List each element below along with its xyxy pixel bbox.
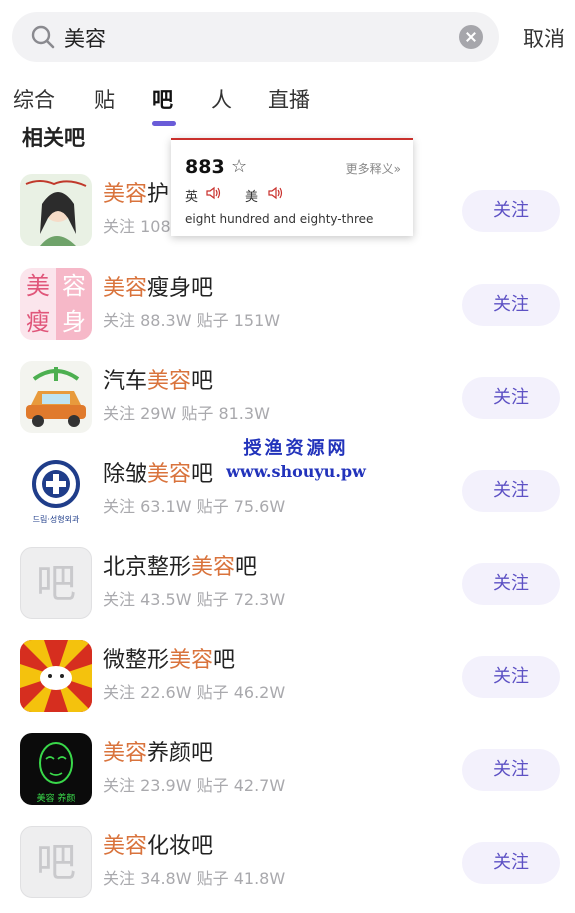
bar-name: 汽车美容吧 bbox=[103, 369, 214, 394]
follow-button[interactable]: 关注 bbox=[462, 563, 560, 605]
clear-icon[interactable] bbox=[459, 25, 483, 49]
search-input[interactable]: 美容 bbox=[64, 23, 106, 53]
active-tab-indicator bbox=[152, 121, 176, 126]
follow-button[interactable]: 关注 bbox=[462, 284, 560, 326]
follow-button[interactable]: 关注 bbox=[462, 656, 560, 698]
sunburst-mascot-icon bbox=[20, 640, 92, 712]
bar-placeholder-icon: 吧 bbox=[20, 547, 92, 619]
speaker-icon[interactable] bbox=[267, 186, 283, 200]
star-icon[interactable]: ☆ bbox=[231, 156, 247, 177]
bar-avatar-text-tile: 美 容 瘦 身 bbox=[20, 268, 92, 340]
us-pronunciation-label: 美 bbox=[245, 190, 259, 205]
bar-stats: 关注 63.1W 贴子 75.6W bbox=[103, 497, 286, 516]
bar-avatar-portrait bbox=[20, 174, 92, 246]
tab-comprehensive[interactable]: 综合 bbox=[13, 84, 55, 114]
bar-stats: 关注 108 bbox=[103, 217, 171, 236]
bar-placeholder-icon: 吧 bbox=[20, 826, 92, 898]
svg-text:美容 养颜: 美容 养颜 bbox=[37, 792, 76, 804]
bar-stats: 关注 29W 贴子 81.3W bbox=[103, 404, 270, 423]
car-wash-icon bbox=[20, 361, 92, 433]
cancel-button[interactable]: 取消 bbox=[523, 23, 565, 53]
search-bar[interactable]: 美容 bbox=[12, 12, 499, 62]
bar-stats: 关注 88.3W 贴子 151W bbox=[103, 311, 281, 330]
tab-bars[interactable]: 吧 bbox=[152, 84, 173, 114]
follow-button[interactable]: 关注 bbox=[462, 842, 560, 884]
list-item[interactable]: 美 容 瘦 身 美容瘦身吧 关注 88.3W 贴子 151W 关注 bbox=[0, 268, 575, 361]
list-item[interactable]: 吧 美容化妆吧 关注 34.8W 贴子 41.8W 关注 bbox=[0, 826, 575, 913]
dictionary-popup: 883 ☆ 更多释义» 英 美 eight hundred and eighty… bbox=[171, 138, 413, 236]
speaker-icon[interactable] bbox=[205, 186, 221, 200]
follow-button[interactable]: 关注 bbox=[462, 377, 560, 419]
bar-name: 美容化妆吧 bbox=[103, 834, 214, 859]
clinic-logo-icon: 드림·성형외과 bbox=[20, 454, 92, 526]
tab-live[interactable]: 直播 bbox=[268, 84, 310, 114]
search-icon bbox=[31, 25, 55, 49]
bar-name: 北京整形美容吧 bbox=[103, 555, 258, 580]
tab-people[interactable]: 人 bbox=[211, 84, 232, 114]
bar-name: 美容瘦身吧 bbox=[103, 276, 214, 301]
svg-text:드림·성형외과: 드림·성형외과 bbox=[33, 514, 80, 524]
popup-word: 883 bbox=[185, 156, 225, 178]
bar-stats: 关注 43.5W 贴子 72.3W bbox=[103, 590, 286, 609]
uk-pronunciation-label: 英 bbox=[185, 190, 199, 205]
list-item[interactable]: 微整形美容吧 关注 22.6W 贴子 46.2W 关注 bbox=[0, 640, 575, 733]
neon-face-icon: 美容 养颜 bbox=[20, 733, 92, 805]
bar-name: 微整形美容吧 bbox=[103, 648, 236, 673]
bar-stats: 关注 23.9W 贴子 42.7W bbox=[103, 776, 286, 795]
list-item[interactable]: 吧 北京整形美容吧 关注 43.5W 贴子 72.3W 关注 bbox=[0, 547, 575, 640]
popup-definition: eight hundred and eighty-three bbox=[185, 212, 374, 226]
watermark: 授渔资源网 www.shouyu.pw bbox=[226, 438, 366, 481]
more-definitions-link[interactable]: 更多释义» bbox=[346, 160, 401, 177]
bar-name: 美容护 bbox=[103, 182, 170, 207]
follow-button[interactable]: 关注 bbox=[462, 190, 560, 232]
bar-stats: 关注 34.8W 贴子 41.8W bbox=[103, 869, 286, 888]
tab-posts[interactable]: 贴 bbox=[94, 84, 115, 114]
section-heading: 相关吧 bbox=[22, 126, 85, 150]
list-item[interactable]: 美容 养颜 美容养颜吧 关注 23.9W 贴子 42.7W 关注 bbox=[0, 733, 575, 826]
tab-bar: 综合 贴 吧 人 直播 bbox=[0, 84, 575, 124]
bar-stats: 关注 22.6W 贴子 46.2W bbox=[103, 683, 286, 702]
follow-button[interactable]: 关注 bbox=[462, 749, 560, 791]
follow-button[interactable]: 关注 bbox=[462, 470, 560, 512]
bar-name: 除皱美容吧 bbox=[103, 462, 214, 487]
bar-name: 美容养颜吧 bbox=[103, 741, 214, 766]
